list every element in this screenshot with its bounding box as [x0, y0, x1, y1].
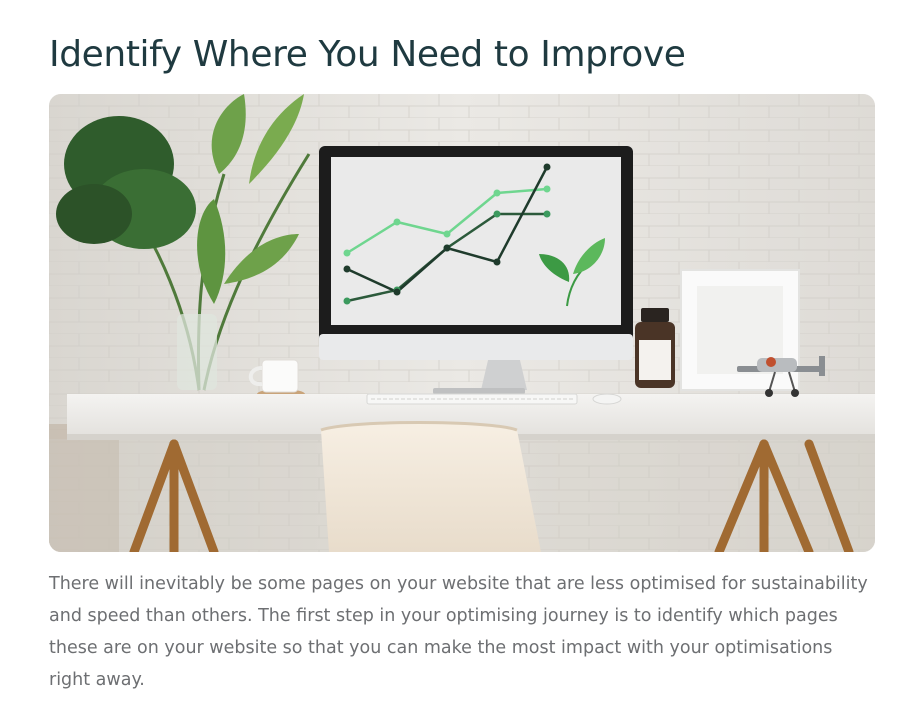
bottle	[635, 308, 675, 388]
hero-image	[49, 94, 875, 552]
desk-workspace-illustration	[49, 94, 875, 552]
section-heading: Identify Where You Need to Improve	[49, 34, 686, 75]
section-paragraph: There will inevitably be some pages on y…	[49, 574, 868, 690]
mouse	[592, 393, 622, 405]
computer-monitor	[319, 146, 633, 394]
keyboard	[366, 393, 578, 405]
chair	[320, 421, 541, 552]
